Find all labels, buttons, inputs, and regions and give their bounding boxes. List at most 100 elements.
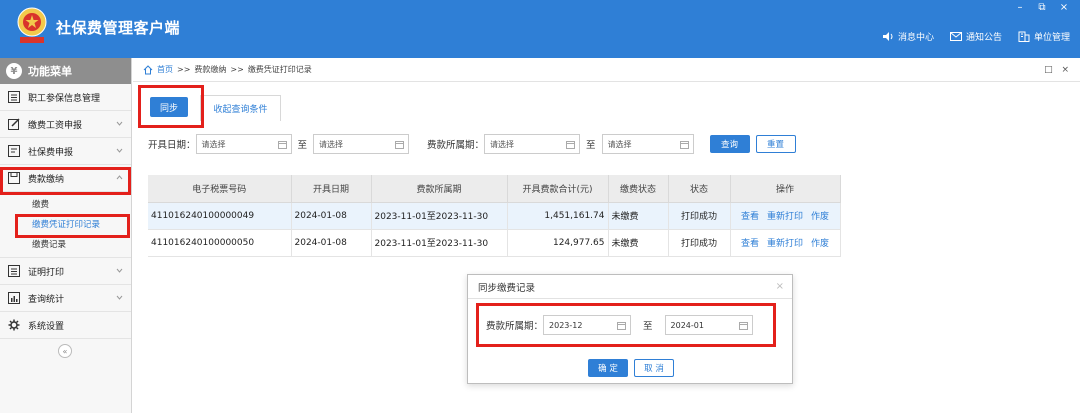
cell-issue-date: 2024-01-08 bbox=[291, 229, 372, 257]
sidebar-item-label: 缴费工资申报 bbox=[28, 120, 83, 131]
reprint-link[interactable]: 重新打印 bbox=[767, 212, 803, 222]
sidebar-item-label: 证明打印 bbox=[28, 267, 65, 278]
message-center-label: 消息中心 bbox=[897, 33, 934, 43]
dialog-close-icon[interactable]: × bbox=[776, 281, 784, 292]
issue-date-start-input[interactable]: 请选择 bbox=[195, 134, 292, 154]
cell-ticket-number: 411016240100000049 bbox=[148, 202, 292, 230]
confirm-button[interactable]: 确 定 bbox=[588, 359, 628, 377]
sidebar-item-label: 查询统计 bbox=[28, 294, 65, 305]
cell-amount: 1,451,161.74 bbox=[507, 202, 609, 230]
view-link[interactable]: 查看 bbox=[741, 212, 759, 222]
reset-button[interactable]: 重置 bbox=[755, 135, 796, 153]
cell-period: 2023-11-01至2023-11-30 bbox=[371, 229, 508, 257]
to-label: 至 bbox=[586, 140, 596, 151]
sidebar: ¥ 功能菜单 职工参保信息管理 缴费工资申报 社保费申报 费款缴纳 缴费 缴费凭… bbox=[0, 58, 132, 413]
submenu-item-payment[interactable]: 缴费 bbox=[0, 194, 131, 214]
collapse-sidebar-button[interactable]: « bbox=[58, 344, 72, 358]
query-button[interactable]: 查询 bbox=[709, 135, 750, 153]
notice-link[interactable]: 通知公告 bbox=[949, 30, 1002, 43]
cell-status: 打印成功 bbox=[668, 229, 731, 257]
sync-payment-records-dialog: 同步缴费记录 × 费款所属期： 2023-12 至 2024-01 确 定 取 … bbox=[467, 274, 793, 384]
placeholder-text: 请选择 bbox=[201, 139, 226, 149]
issue-date-end-input[interactable]: 请选择 bbox=[313, 134, 410, 154]
close-window-button[interactable]: × bbox=[1058, 2, 1070, 13]
form-icon bbox=[8, 145, 20, 157]
sidebar-item-social-security-declaration[interactable]: 社保费申报 bbox=[0, 138, 131, 165]
building-icon bbox=[1018, 31, 1030, 42]
dialog-period-start-input[interactable]: 2023-12 bbox=[543, 315, 632, 335]
submenu-item-print-records[interactable]: 缴费凭证打印记录 bbox=[0, 214, 131, 234]
chevron-down-icon bbox=[116, 121, 123, 126]
sidebar-item-fee-payment[interactable]: 费款缴纳 bbox=[0, 165, 131, 192]
column-header: 电子税票号码 bbox=[148, 175, 292, 203]
breadcrumb-home[interactable]: 首页 bbox=[157, 64, 173, 75]
sidebar-item-query-statistics[interactable]: 查询统计 bbox=[0, 285, 131, 312]
issue-date-label: 开具日期： bbox=[148, 140, 196, 151]
dialog-period-end-input[interactable]: 2024-01 bbox=[664, 315, 753, 335]
message-center-link[interactable]: 消息中心 bbox=[882, 30, 934, 43]
cell-operations: 查看 重新打印 作废 bbox=[730, 202, 841, 230]
sidebar-header: ¥ 功能菜单 bbox=[0, 58, 131, 84]
calendar-icon bbox=[617, 322, 627, 330]
column-header: 开具日期 bbox=[291, 175, 372, 203]
reprint-link[interactable]: 重新打印 bbox=[767, 239, 803, 249]
dialog-period-end-value: 2024-01 bbox=[670, 320, 704, 330]
restore-button[interactable]: ⧉ bbox=[1036, 2, 1048, 13]
sidebar-item-system-settings[interactable]: 系统设置 bbox=[0, 312, 131, 339]
sync-button[interactable]: 同步 bbox=[150, 97, 188, 117]
breadcrumb-separator: >> bbox=[230, 65, 244, 74]
sidebar-item-label: 职工参保信息管理 bbox=[28, 93, 101, 104]
cell-issue-date: 2024-01-08 bbox=[291, 202, 372, 230]
chevron-up-icon bbox=[116, 175, 123, 180]
tab-window-controls[interactable]: □ × bbox=[1044, 65, 1072, 75]
query-filter-row: 开具日期： 请选择 至 请选择 费款所属期： 请选择 至 请选择 查询 重置 bbox=[148, 133, 1078, 155]
home-icon bbox=[143, 64, 153, 74]
column-header: 开具费款合计(元) bbox=[507, 175, 609, 203]
period-label: 费款所属期： bbox=[427, 140, 485, 151]
unit-management-label: 单位管理 bbox=[1033, 33, 1070, 43]
app-title: 社保费管理客户端 bbox=[56, 19, 181, 37]
sidebar-item-certificate-print[interactable]: 证明打印 bbox=[0, 258, 131, 285]
breadcrumb-level2: 缴费凭证打印记录 bbox=[247, 65, 312, 74]
minimize-button[interactable]: – bbox=[1014, 2, 1026, 13]
table-row[interactable]: 411016240100000050 2024-01-08 2023-11-01… bbox=[148, 229, 841, 257]
void-link[interactable]: 作废 bbox=[811, 212, 829, 222]
table-row[interactable]: 411016240100000049 2024-01-08 2023-11-01… bbox=[148, 202, 841, 230]
view-link[interactable]: 查看 bbox=[741, 239, 759, 249]
dialog-period-start-value: 2023-12 bbox=[549, 320, 583, 330]
list-icon bbox=[8, 91, 20, 103]
sidebar-item-label: 费款缴纳 bbox=[28, 174, 65, 185]
column-header: 缴费状态 bbox=[608, 175, 669, 203]
gear-icon bbox=[8, 319, 20, 331]
cell-amount: 124,977.65 bbox=[507, 229, 609, 257]
chevron-down-icon bbox=[116, 295, 123, 300]
sidebar-item-employee-info[interactable]: 职工参保信息管理 bbox=[0, 84, 131, 111]
sidebar-title: 功能菜单 bbox=[28, 65, 72, 78]
cell-operations: 查看 重新打印 作废 bbox=[730, 229, 841, 257]
breadcrumb-separator: >> bbox=[177, 65, 191, 74]
submenu-item-payment-records[interactable]: 缴费记录 bbox=[0, 234, 131, 254]
chart-icon bbox=[8, 292, 20, 304]
dialog-buttons: 确 定 取 消 bbox=[588, 359, 674, 377]
app-header: 社保费管理客户端 – ⧉ × 消息中心 通知公告 单位管理 bbox=[0, 0, 1080, 58]
sidebar-item-wage-declaration[interactable]: 缴费工资申报 bbox=[0, 111, 131, 138]
cell-pay-status: 未缴费 bbox=[608, 229, 669, 257]
fee-payment-submenu: 缴费 缴费凭证打印记录 缴费记录 bbox=[0, 192, 131, 258]
speaker-icon bbox=[882, 32, 893, 41]
sidebar-item-label: 社保费申报 bbox=[28, 147, 74, 158]
void-link[interactable]: 作废 bbox=[811, 239, 829, 249]
print-records-table: 电子税票号码 开具日期 费款所属期 开具费款合计(元) 缴费状态 状态 操作 4… bbox=[148, 175, 841, 257]
calendar-icon bbox=[738, 322, 748, 330]
calendar-icon bbox=[679, 141, 689, 149]
toggle-query-conditions-tab[interactable]: 收起查询条件 bbox=[200, 95, 281, 121]
window-controls: – ⧉ × bbox=[1014, 2, 1070, 13]
cancel-button[interactable]: 取 消 bbox=[634, 359, 674, 377]
unit-management-link[interactable]: 单位管理 bbox=[1018, 30, 1070, 43]
column-header: 费款所属期 bbox=[371, 175, 508, 203]
dialog-to-label: 至 bbox=[643, 321, 653, 332]
period-end-input[interactable]: 请选择 bbox=[601, 134, 694, 154]
print-icon bbox=[8, 265, 20, 277]
period-start-input[interactable]: 请选择 bbox=[484, 134, 581, 154]
cell-pay-status: 未缴费 bbox=[608, 202, 669, 230]
calendar-icon bbox=[277, 141, 287, 149]
